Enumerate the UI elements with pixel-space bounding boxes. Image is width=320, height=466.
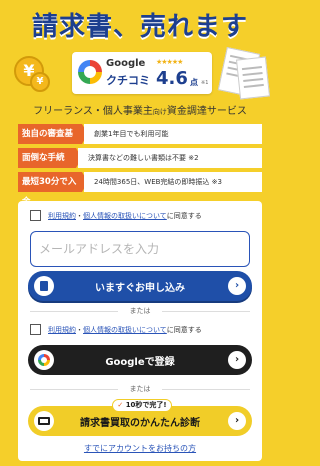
- signup-form: 利用規約・個人情報の取扱いについてに同意する いますぐお申し込み › または 利…: [18, 201, 262, 461]
- feature-badge: 最短30分で入金: [18, 172, 88, 207]
- privacy-link[interactable]: 個人情報の取扱いについて: [83, 326, 167, 334]
- google-button-label: Googleで登録: [105, 356, 175, 368]
- chevron-right-icon: ›: [228, 412, 246, 430]
- subtitle-small: 向け: [152, 108, 167, 116]
- feature-item: 独自の審査基準 創業1年目でも利用可能: [18, 124, 262, 159]
- hero: ¥ ¥ Google ★★★★★ クチコミ 4.6 点 ※1: [0, 46, 280, 100]
- diagnosis-badge-label: 10秒で完了!: [125, 401, 167, 409]
- terms-separator: ・: [76, 212, 83, 220]
- service-subtitle: フリーランス・個人事業主向け資金調達サービス: [0, 102, 280, 117]
- privacy-link[interactable]: 個人情報の取扱いについて: [83, 212, 167, 220]
- feature-text: 24時間365日、WEB完結の即時振込 ※3: [84, 172, 262, 192]
- terms-separator: ・: [76, 326, 83, 334]
- login-link[interactable]: すでにアカウントをお持ちの方: [18, 443, 262, 454]
- terms-link[interactable]: 利用規約: [48, 326, 76, 334]
- feature-item: 面倒な手続き 決算書などの難しい書類は不要 ※2: [18, 148, 262, 183]
- or-divider: または: [30, 306, 250, 316]
- rating-review-label: クチコミ: [106, 74, 150, 87]
- google-rating-card: Google ★★★★★ クチコミ 4.6 点 ※1: [72, 52, 212, 94]
- feature-text: 決算書などの難しい書類は不要 ※2: [78, 148, 262, 168]
- feature-badge: 面倒な手続き: [18, 148, 82, 183]
- rating-score: 4.6: [156, 68, 188, 89]
- terms-link[interactable]: 利用規約: [48, 212, 76, 220]
- apply-button-label: いますぐお申し込み: [95, 282, 185, 294]
- rating-stars: ★★★★★: [156, 58, 183, 66]
- feature-badge: 独自の審査基準: [18, 124, 88, 159]
- yen-coin-small-icon: ¥: [30, 72, 50, 92]
- or-divider: または: [30, 384, 250, 394]
- terms-text: 利用規約・個人情報の取扱いについてに同意する: [48, 325, 202, 335]
- rating-google-label: Google: [106, 58, 146, 69]
- invoice-document-icon: [235, 56, 271, 100]
- apply-button[interactable]: いますぐお申し込み ›: [28, 271, 252, 301]
- terms-text: 利用規約・個人情報の取扱いについてに同意する: [48, 211, 202, 221]
- feature-text: 創業1年目でも利用可能: [84, 124, 262, 144]
- check-icon: ✓: [117, 401, 124, 409]
- headline: 請求書、売れます: [31, 12, 248, 42]
- google-signup-button[interactable]: Googleで登録 ›: [28, 345, 252, 375]
- rating-note: ※1: [201, 80, 209, 86]
- rating-unit: 点: [190, 78, 198, 87]
- diagnosis-button-label: 請求書買取のかんたん診断: [80, 417, 200, 429]
- diagnosis-time-badge: ✓ 10秒で完了!: [112, 399, 172, 412]
- chevron-right-icon: ›: [228, 277, 246, 295]
- feature-item: 最短30分で入金 24時間365日、WEB完結の即時振込 ※3: [18, 172, 262, 207]
- page: 請求書、売れます ¥ ¥ Google ★★★★★ クチコミ 4.6 点 ※1 …: [0, 0, 280, 466]
- chevron-right-icon: ›: [228, 351, 246, 369]
- google-icon: [34, 350, 54, 370]
- document-icon: [34, 276, 54, 296]
- terms-suffix: に同意する: [166, 212, 202, 220]
- terms-checkbox[interactable]: [30, 210, 41, 221]
- terms-checkbox[interactable]: [30, 324, 41, 335]
- laptop-icon: [34, 411, 54, 431]
- google-logo-icon: [78, 60, 102, 84]
- subtitle-tail: 資金調達サービス: [166, 106, 247, 117]
- terms-suffix: に同意する: [166, 326, 202, 334]
- subtitle-main: フリーランス・個人事業主: [33, 106, 153, 117]
- email-input[interactable]: [30, 231, 250, 267]
